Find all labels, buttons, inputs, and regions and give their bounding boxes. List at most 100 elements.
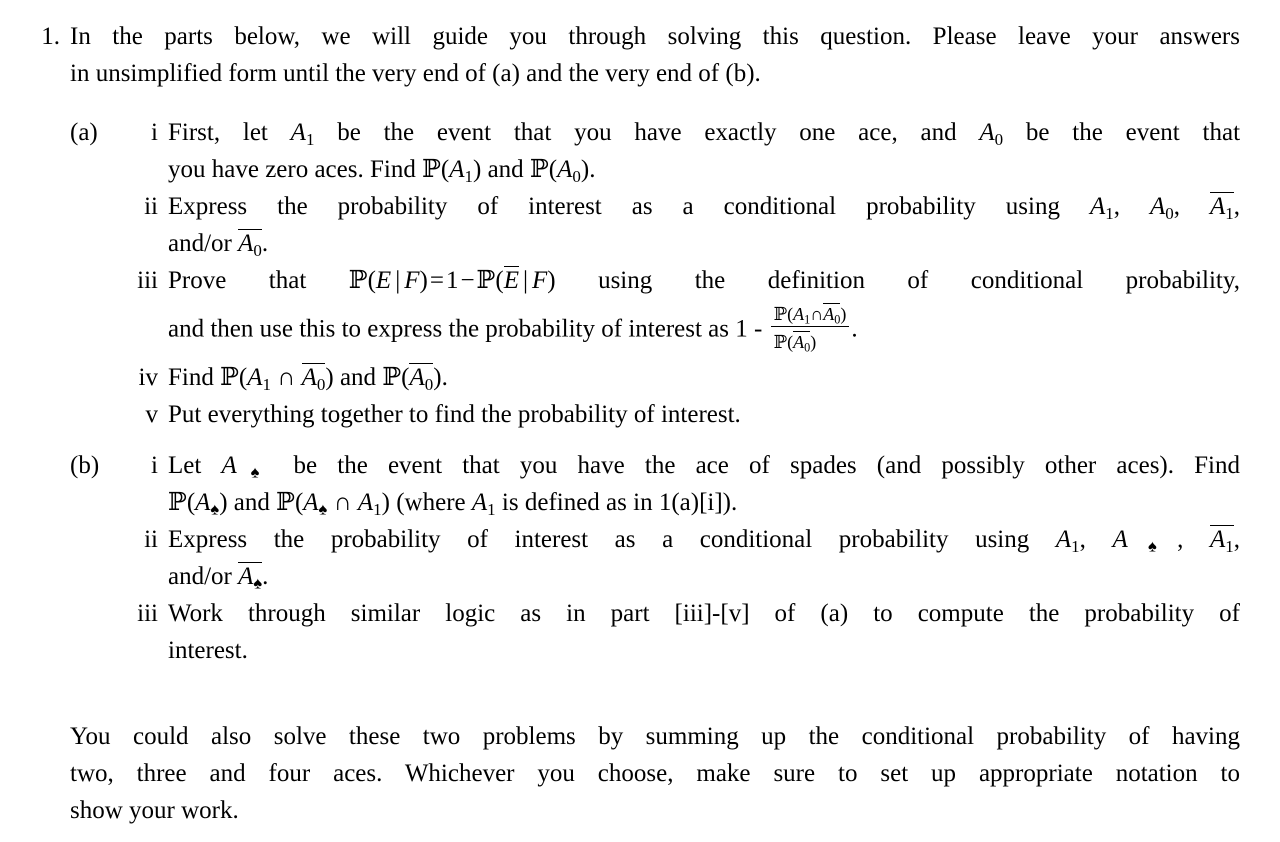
a-ii-line-1: Express the probability of interest as a…	[168, 188, 1240, 225]
a-iv-text-1: Find	[168, 364, 214, 392]
subpart-b-roman-list: i Let A♠ be the event that you have the …	[70, 447, 1240, 669]
subpart-a-ii: ii Express the probability of interest a…	[70, 188, 1240, 262]
subpart-b-iii-body: Work through similar logic as in part [i…	[168, 595, 1240, 669]
b-i-where: (where	[396, 489, 466, 517]
subpart-b-ii-body: Express the probability of interest as a…	[168, 521, 1240, 595]
math-symbol-list-b: A1, A♠, A1,	[1055, 525, 1241, 557]
math-A1-ref: A1	[471, 489, 496, 520]
subpart-a-iii-marker: iii	[137, 267, 158, 294]
subpart-a-v-body: Put everything together to find the prob…	[168, 396, 1240, 433]
b-i-text-1: Let	[168, 452, 202, 480]
subpart-a-ii-body: Express the probability of interest as a…	[168, 188, 1240, 262]
subpart-a: (a) i First, let A1 be the event that yo…	[70, 114, 1240, 433]
subpart-b-iii-marker: iii	[137, 600, 158, 628]
math-A1: A1	[290, 119, 315, 149]
spade-icon: ♠	[1127, 536, 1178, 556]
a-iii-text-1: Prove that	[168, 267, 307, 294]
b-i-line-1: Let A♠ be the event that you have the ac…	[168, 447, 1240, 484]
fraction-denominator: ℙ(A0)	[773, 331, 817, 355]
subpart-a-iv: iv Find ℙ(A1 ∩ A0) and ℙ(A0).	[70, 359, 1240, 396]
subpart-a-v-marker: v	[145, 401, 159, 429]
closing-line-1: You could also solve these two problems …	[70, 723, 1240, 750]
subparts-list: (a) i First, let A1 be the event that yo…	[70, 114, 1240, 669]
subpart-a-iii-body: Prove that ℙ(E | F)=1−ℙ(E | F) using the def…	[168, 262, 1240, 355]
b-iii-line-1: Work through similar logic as in part [i…	[168, 600, 1240, 628]
subpart-b-i-body: Let A♠ be the event that you have the ac…	[168, 447, 1240, 521]
a-i-text-1: First, let	[168, 119, 268, 146]
subpart-a-roman-list: i First, let A1 be the event that you ha…	[70, 114, 1240, 433]
subpart-a-i-marker: i	[151, 119, 158, 146]
subpart-a-v: v Put everything together to find the pr…	[70, 396, 1240, 433]
a-ii-line-2: and/or A0.	[168, 229, 269, 260]
math-symbol-list-a: A1, A0, A1,	[1089, 192, 1240, 223]
a-iii-period: .	[851, 315, 858, 343]
math-P-A1: ℙ(A1)	[422, 156, 482, 186]
a-i-line-2: you have zero aces. Find ℙ(A1) and ℙ(A0)…	[168, 156, 596, 186]
math-fraction: ℙ(A1∩A0) ℙ(A0)	[770, 301, 850, 355]
subpart-a-iii: iii Prove that ℙ(E | F)=1−ℙ(E | F) using the…	[70, 262, 1240, 355]
spade-icon: ♠	[318, 499, 328, 519]
spade-icon: ♠	[253, 573, 263, 593]
math-P-A0bar: ℙ(A0)	[382, 363, 442, 395]
a-i-text-4: you have zero aces. Find	[168, 156, 416, 183]
spacer-a-b	[70, 433, 1240, 447]
subpart-a-ii-marker: ii	[144, 193, 158, 220]
a-i-text-3: be the event that	[1025, 119, 1241, 146]
math-P-A-spade: ℙ(A♠)	[168, 489, 228, 519]
a-ii-text-1: Express the probability of interest as a…	[168, 193, 1060, 220]
math-A0: A0	[979, 119, 1004, 149]
b-ii-andor: and/or	[168, 563, 232, 591]
intro-line-1: In the parts below, we will guide you th…	[70, 23, 1240, 50]
subpart-b-iii: iii Work through similar logic as in par…	[70, 595, 1240, 669]
a-ii-andor: and/or	[168, 230, 232, 257]
b-i-text-2: be the event that you have the ace of sp…	[293, 452, 1241, 480]
subpart-a-iv-body: Find ℙ(A1 ∩ A0) and ℙ(A0).	[168, 359, 1240, 396]
b-i-and: and	[233, 489, 270, 517]
subpart-b-ii: ii Express the probability of interest a…	[70, 521, 1240, 595]
subpart-b-i-marker: i	[151, 452, 158, 480]
a-i-line-1: First, let A1 be the event that you have…	[168, 114, 1240, 151]
subpart-a-i: i First, let A1 be the event that you ha…	[70, 114, 1240, 188]
a-iv-line-1: Find ℙ(A1 ∩ A0) and ℙ(A0).	[168, 359, 1240, 396]
math-A-spade-bar: A♠	[238, 562, 263, 593]
subpart-a-i-body: First, let A1 be the event that you have…	[168, 114, 1240, 188]
closing-line-2: two, three and four aces. Whichever you …	[70, 760, 1240, 787]
a-iii-text-2: using the definition of conditional prob…	[598, 267, 1241, 294]
math-conditional-identity: ℙ(E | F)=1−ℙ(E | F)	[348, 266, 556, 294]
b-i-text-3: is defined as in 1(a)[i]).	[501, 489, 738, 517]
subpart-b-i: i Let A♠ be the event that you have the …	[70, 447, 1240, 521]
problem-intro: In the parts below, we will guide you th…	[70, 18, 1240, 92]
problem-body: In the parts below, we will guide you th…	[70, 18, 1240, 669]
b-ii-line-2: and/or A♠.	[168, 562, 269, 593]
a-v-line-1: Put everything together to find the prob…	[168, 401, 741, 429]
math-P-A-spade-cap-A1: ℙ(A♠ ∩ A1)	[276, 489, 390, 520]
closing-paragraph: You could also solve these two problems …	[70, 718, 1240, 829]
a-iii-line-2: and then use this to express the probabi…	[168, 299, 1240, 355]
b-ii-line-1: Express the probability of interest as a…	[168, 521, 1240, 558]
problem-number: 1.	[41, 23, 60, 50]
math-A0-bar: A0	[238, 229, 262, 260]
b-iii-line-2: interest.	[168, 637, 248, 665]
fraction-numerator: ℙ(A1∩A0)	[770, 301, 850, 328]
spade-icon: ♠	[210, 499, 220, 519]
subpart-a-iv-marker: iv	[138, 364, 158, 392]
math-P-A1-cap-A0bar: ℙ(A1 ∩ A0)	[220, 363, 334, 395]
a-i-text-2: be the event that you have exactly one a…	[337, 119, 957, 146]
b-i-line-2: ℙ(A♠) and ℙ(A♠ ∩ A1) (where A1 is define…	[168, 484, 1240, 521]
math-A-spade: A♠	[221, 452, 274, 482]
a-iv-and: and	[339, 364, 377, 392]
document-page: 1. In the parts below, we will guide you…	[0, 0, 1280, 842]
intro-line-2: in unsimplified form until the very end …	[70, 60, 761, 87]
closing-line-3: show your work.	[70, 797, 239, 824]
closing-para-body: You could also solve these two problems …	[70, 718, 1240, 829]
a-iv-period: .	[441, 364, 448, 392]
spade-icon: ♠	[236, 462, 274, 482]
subpart-b: (b) i Let A♠ be the event that you have …	[70, 447, 1240, 669]
subpart-b-ii-marker: ii	[144, 526, 158, 554]
a-iii-line-1: Prove that ℙ(E | F)=1−ℙ(E | F) using the def…	[168, 262, 1240, 299]
a-iii-text-3: and then use this to express the probabi…	[168, 315, 763, 343]
b-ii-text-1: Express the probability of interest as a…	[168, 526, 1030, 554]
spacer-a-iii-iv	[70, 351, 1240, 359]
a-i-and: and	[487, 156, 524, 183]
math-P-A0: ℙ(A0)	[529, 156, 590, 186]
